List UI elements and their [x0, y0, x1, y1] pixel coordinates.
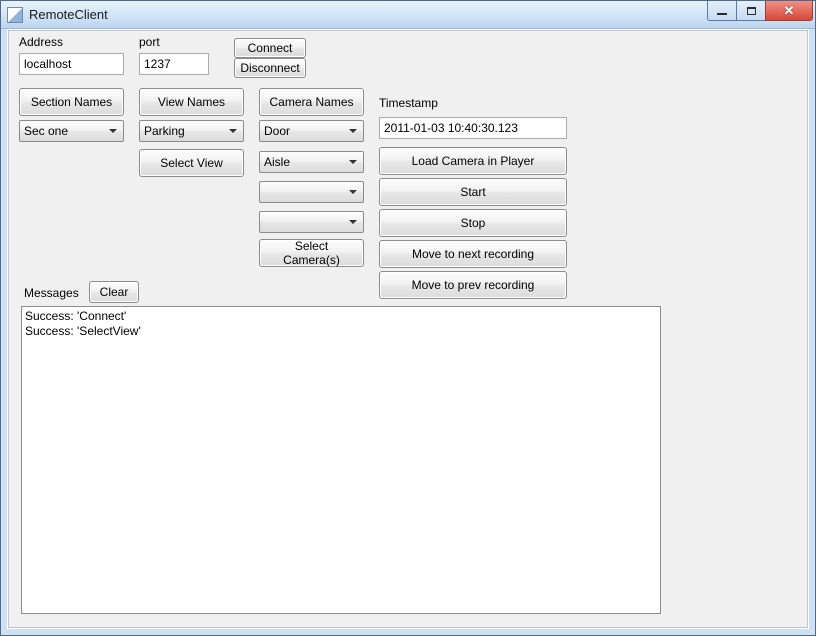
close-button[interactable]: ✕ — [765, 1, 813, 21]
connect-button[interactable]: Connect — [234, 38, 306, 58]
camera-combo-2[interactable]: Aisle — [259, 151, 364, 173]
view-names-button[interactable]: View Names — [139, 88, 244, 116]
window-title: RemoteClient — [29, 7, 108, 22]
select-cameras-button[interactable]: Select Camera(s) — [259, 239, 364, 267]
stop-button[interactable]: Stop — [379, 209, 567, 237]
address-input[interactable] — [19, 53, 124, 75]
chevron-down-icon — [349, 129, 357, 133]
section-names-button[interactable]: Section Names — [19, 88, 124, 116]
camera-combo-3[interactable] — [259, 181, 364, 203]
chevron-down-icon — [349, 160, 357, 164]
chevron-down-icon — [349, 220, 357, 224]
chevron-down-icon — [109, 129, 117, 133]
messages-textarea[interactable]: Success: 'Connect' Success: 'SelectView' — [21, 306, 661, 614]
view-combo-value: Parking — [144, 124, 185, 138]
camera-combo-1-value: Door — [264, 124, 290, 138]
maximize-button[interactable] — [736, 1, 766, 21]
port-label: port — [139, 35, 160, 49]
camera-combo-2-value: Aisle — [264, 155, 290, 169]
chevron-down-icon — [349, 190, 357, 194]
move-next-button[interactable]: Move to next recording — [379, 240, 567, 268]
app-icon — [7, 7, 23, 23]
load-camera-button[interactable]: Load Camera in Player — [379, 147, 567, 175]
app-window: RemoteClient ✕ Address port Connect Disc… — [0, 0, 816, 636]
section-combo[interactable]: Sec one — [19, 120, 124, 142]
client-area: Address port Connect Disconnect Section … — [8, 30, 808, 628]
start-button[interactable]: Start — [379, 178, 567, 206]
port-input[interactable] — [139, 53, 209, 75]
camera-names-button[interactable]: Camera Names — [259, 88, 364, 116]
timestamp-label: Timestamp — [379, 96, 438, 110]
camera-combo-1[interactable]: Door — [259, 120, 364, 142]
maximize-icon — [747, 7, 756, 15]
select-view-button[interactable]: Select View — [139, 149, 244, 177]
chevron-down-icon — [229, 129, 237, 133]
titlebar[interactable]: RemoteClient ✕ — [1, 1, 815, 29]
address-label: Address — [19, 35, 63, 49]
clear-button[interactable]: Clear — [89, 281, 139, 303]
minimize-icon — [717, 13, 727, 15]
section-combo-value: Sec one — [24, 124, 68, 138]
minimize-button[interactable] — [707, 1, 737, 21]
messages-label: Messages — [24, 286, 79, 300]
timestamp-input[interactable] — [379, 117, 567, 139]
view-combo[interactable]: Parking — [139, 120, 244, 142]
close-icon: ✕ — [784, 3, 795, 19]
move-prev-button[interactable]: Move to prev recording — [379, 271, 567, 299]
disconnect-button[interactable]: Disconnect — [234, 58, 306, 78]
window-controls: ✕ — [708, 1, 813, 21]
camera-combo-4[interactable] — [259, 211, 364, 233]
